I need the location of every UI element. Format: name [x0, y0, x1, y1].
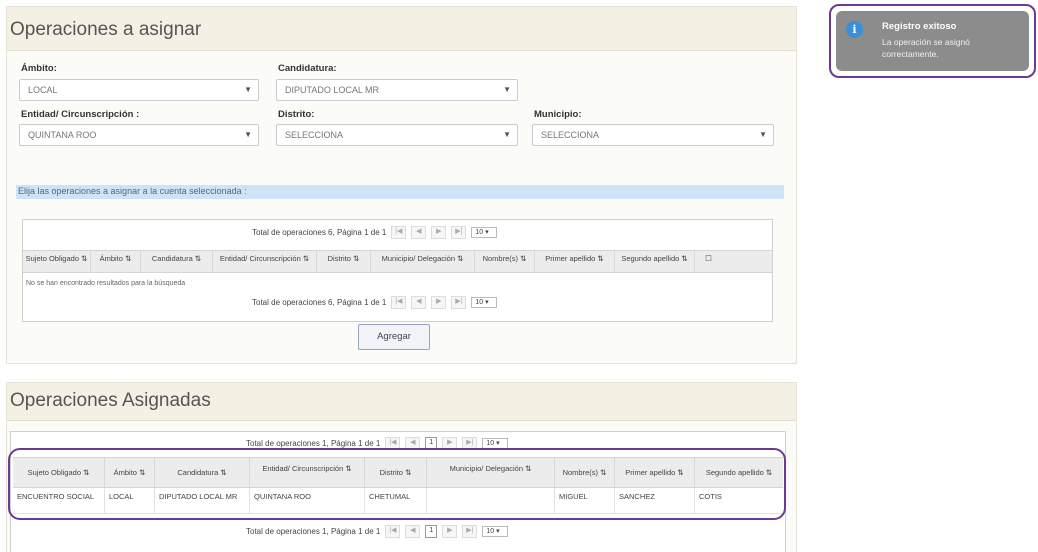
toast-body: i Registro exitoso La operación se asign… [836, 11, 1029, 71]
assigned-pager-bottom: Total de operaciones 1, Página 1 de 1 |◀… [246, 525, 509, 538]
column-header-label: Entidad/ Circunscripción [219, 254, 301, 263]
page-size-value: 10 [486, 528, 495, 535]
current-page-indicator[interactable]: 1 [425, 525, 438, 538]
assign-panel-title: Operaciones a asignar [10, 19, 202, 40]
info-message-bar: Elija las operaciones a asignar a la cue… [16, 185, 784, 199]
assign-pager-bottom: Total de operaciones 6, Página 1 de 1 |◀… [252, 296, 498, 309]
distrito-select[interactable]: SELECCIONA ▼ [276, 124, 518, 146]
ambito-select[interactable]: LOCAL ▼ [19, 79, 259, 101]
first-page-icon[interactable]: |◀ [385, 525, 401, 538]
caret-down-icon: ▼ [503, 85, 511, 94]
pager-text: Total de operaciones 6, Página 1 de 1 [252, 298, 387, 307]
last-page-icon[interactable]: ▶| [462, 525, 478, 538]
prev-page-icon[interactable]: ◀ [411, 226, 427, 239]
prev-page-icon[interactable]: ◀ [405, 525, 421, 538]
pager-text: Total de operaciones 1, Página 1 de 1 [246, 439, 381, 448]
success-toast[interactable]: i Registro exitoso La operación se asign… [829, 4, 1036, 78]
municipio-value: SELECCIONA [541, 130, 600, 140]
column-header[interactable]: Primer apellido ⇅ [535, 251, 615, 272]
prev-page-icon[interactable]: ◀ [411, 296, 427, 309]
assign-pager-top: Total de operaciones 6, Página 1 de 1 |◀… [252, 226, 498, 239]
page-size-value: 10 [475, 299, 484, 306]
caret-down-icon: ▼ [244, 130, 252, 139]
page-size-value: 10 [486, 440, 495, 447]
column-header[interactable]: Candidatura ⇅ [141, 251, 213, 272]
candidatura-value: DIPUTADO LOCAL MR [285, 85, 380, 95]
select-all-checkbox[interactable]: ☐ [695, 251, 722, 272]
column-header[interactable]: Municipio/ Delegación ⇅ [371, 251, 475, 272]
municipio-label: Municipio: [534, 109, 582, 120]
next-page-icon[interactable]: ▶ [431, 226, 447, 239]
entidad-select[interactable]: QUINTANA ROO ▼ [19, 124, 259, 146]
column-header-label: Ámbito [99, 254, 123, 263]
caret-down-icon: ▼ [244, 85, 252, 94]
distrito-value: SELECCIONA [285, 130, 344, 140]
assign-grid-header: Sujeto Obligado ⇅ Ámbito ⇅ Candidatura ⇅… [23, 250, 772, 273]
assigned-panel-header: Operaciones Asignadas [7, 383, 796, 421]
next-page-icon[interactable]: ▶ [442, 525, 458, 538]
info-icon: i [846, 21, 863, 38]
next-page-icon[interactable]: ▶ [431, 296, 447, 309]
ambito-label: Ámbito: [21, 63, 57, 74]
pager-text: Total de operaciones 1, Página 1 de 1 [246, 527, 381, 536]
column-header[interactable]: Entidad/ Circunscripción ⇅ [213, 251, 317, 272]
column-header-label: Segundo apellido [621, 254, 680, 263]
entidad-label: Entidad/ Circunscripción : [21, 109, 140, 120]
column-header-label: Candidatura [151, 254, 193, 263]
add-button[interactable]: Agregar [358, 324, 430, 350]
column-header-label: Distrito [327, 254, 351, 263]
distrito-label: Distrito: [278, 109, 315, 120]
caret-down-icon: ▼ [759, 130, 767, 139]
municipio-select[interactable]: SELECCIONA ▼ [532, 124, 774, 146]
first-page-icon[interactable]: |◀ [391, 226, 407, 239]
assigned-panel-title: Operaciones Asignadas [10, 390, 211, 411]
page-size-select[interactable]: 10 ▾ [482, 526, 509, 537]
last-page-icon[interactable]: ▶| [451, 226, 467, 239]
last-page-icon[interactable]: ▶| [451, 296, 467, 309]
column-header[interactable]: Ámbito ⇅ [91, 251, 141, 272]
column-header[interactable]: Segundo apellido ⇅ [615, 251, 695, 272]
empty-results-text: No se han encontrado resultados para la … [26, 280, 186, 287]
caret-down-icon: ▼ [503, 130, 511, 139]
toast-title: Registro exitoso [882, 21, 957, 32]
candidatura-select[interactable]: DIPUTADO LOCAL MR ▼ [276, 79, 518, 101]
page-size-select[interactable]: 10 ▾ [471, 297, 498, 308]
ambito-value: LOCAL [28, 85, 58, 95]
column-header[interactable]: Distrito ⇅ [317, 251, 371, 272]
column-header[interactable]: Nombre(s) ⇅ [475, 251, 535, 272]
column-header[interactable]: Sujeto Obligado ⇅ [23, 251, 91, 272]
column-header-label: Sujeto Obligado [25, 254, 79, 263]
entidad-value: QUINTANA ROO [28, 130, 97, 140]
candidatura-label: Candidatura: [278, 63, 337, 74]
column-header-label: Municipio/ Delegación [381, 254, 455, 263]
column-header-label: Nombre(s) [482, 254, 519, 263]
assigned-row-highlight [8, 448, 786, 520]
toast-message: La operación se asignó correctamente. [882, 37, 970, 59]
column-header-label: Primer apellido [545, 254, 596, 263]
page-size-select[interactable]: 10 ▾ [471, 227, 498, 238]
assign-panel-header: Operaciones a asignar [7, 7, 796, 51]
first-page-icon[interactable]: |◀ [391, 296, 407, 309]
pager-text: Total de operaciones 6, Página 1 de 1 [252, 228, 387, 237]
page-size-value: 10 [475, 229, 484, 236]
